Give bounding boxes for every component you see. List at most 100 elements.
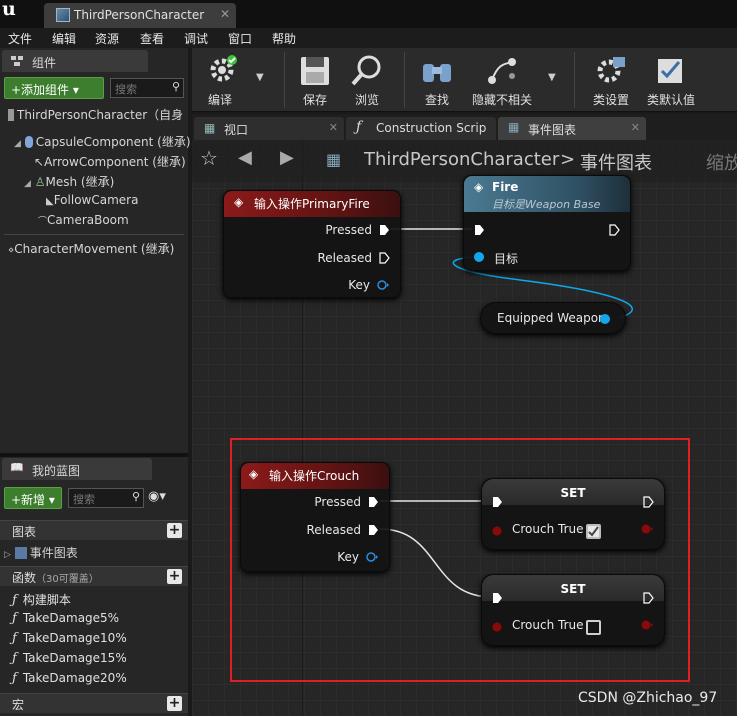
struct-pin-icon[interactable]	[366, 552, 379, 562]
compile-button[interactable]: 编译 ▼	[196, 48, 264, 112]
node-input-crouch[interactable]: ◈ 输入操作Crouch Pressed Released Key	[240, 462, 390, 572]
exec-pin-icon[interactable]	[379, 224, 390, 236]
bool-pin-icon[interactable]	[641, 619, 654, 631]
mesh-icon: ♙	[34, 175, 46, 189]
add-graph-icon[interactable]: +	[167, 523, 182, 538]
add-function-icon[interactable]: +	[167, 569, 182, 584]
tree-item-capsule[interactable]: ◢ CapsuleComponent (继承)	[14, 133, 191, 150]
exec-pin-icon[interactable]	[379, 252, 390, 264]
bool-pin-icon[interactable]	[492, 621, 503, 633]
forward-arrow-icon[interactable]: ▶	[280, 147, 294, 168]
node-title: Fire	[492, 180, 519, 194]
close-tab-icon[interactable]: ✕	[220, 7, 230, 21]
tab-viewport[interactable]: ▦ 视口 ✕	[194, 117, 344, 140]
pin-crouch-true-label: Crouch True	[512, 618, 584, 632]
tree-item-label: CharacterMovement (继承)	[14, 242, 175, 256]
exec-pin-icon[interactable]	[643, 496, 654, 508]
function-item[interactable]: ƒ 构建脚本	[12, 591, 71, 608]
component-root[interactable]: ThirdPersonCharacter（自身	[8, 106, 183, 123]
back-arrow-icon[interactable]: ◀	[238, 147, 252, 168]
dropdown-arrow-icon[interactable]: ▼	[256, 72, 264, 83]
find-button[interactable]: 查找	[412, 48, 462, 112]
section-macros[interactable]: 宏 +	[0, 693, 188, 713]
add-component-button[interactable]: +添加组件 ▾	[4, 77, 104, 99]
toolbar-separator	[284, 52, 285, 108]
menu-help[interactable]: 帮助	[272, 30, 296, 47]
left-panel: 组件 +添加组件 ▾ 搜索 ⚲ ThirdPersonCharacter（自身 …	[0, 48, 191, 716]
pin-released-label: Released	[306, 523, 361, 537]
function-item[interactable]: ƒ TakeDamage15%	[12, 651, 127, 666]
tree-item-label: CameraBoom	[47, 213, 129, 227]
tree-item-followcamera[interactable]: ◣FollowCamera	[46, 193, 138, 207]
tab-event-graph[interactable]: ▦ 事件图表 ✕	[498, 117, 646, 140]
close-tab-icon[interactable]: ✕	[631, 121, 640, 134]
function-item[interactable]: ƒ TakeDamage20%	[12, 671, 127, 686]
components-search-input[interactable]: 搜索 ⚲	[110, 78, 184, 98]
menu-window[interactable]: 窗口	[228, 30, 252, 47]
object-pin-icon[interactable]	[600, 313, 611, 325]
node-input-primaryfire[interactable]: ◈ 输入操作PrimaryFire Pressed Released Key	[223, 190, 401, 298]
node-set-crouch-true[interactable]: SET Crouch True	[481, 478, 665, 550]
diamond-icon: ◈	[249, 467, 259, 481]
node-equipped-weapon[interactable]: Equipped Weapon	[480, 302, 626, 334]
document-tab[interactable]: ThirdPersonCharacter ✕	[44, 3, 236, 28]
bool-pin-icon[interactable]	[492, 525, 503, 537]
function-item[interactable]: ƒ TakeDamage5%	[12, 611, 119, 626]
struct-pin-icon[interactable]	[377, 280, 390, 290]
breadcrumb-root[interactable]: ThirdPersonCharacter	[364, 149, 559, 170]
hide-unrelated-button[interactable]: 隐藏不相关 ▼	[466, 48, 556, 112]
exec-pin-icon[interactable]	[609, 224, 620, 236]
binoculars-icon	[423, 64, 451, 82]
exec-pin-icon[interactable]	[368, 496, 379, 508]
browse-label: 浏览	[354, 93, 379, 107]
menu-file[interactable]: 文件	[8, 30, 32, 47]
object-pin-icon[interactable]	[474, 251, 485, 263]
close-tab-icon[interactable]: ✕	[329, 121, 338, 134]
tab-construction-script[interactable]: ƒ Construction Scrip	[346, 117, 496, 140]
add-new-button[interactable]: +新增 ▾	[4, 487, 62, 509]
favorite-star-icon[interactable]: ☆	[200, 146, 218, 170]
browse-button[interactable]: 浏览	[342, 48, 392, 112]
tree-item-arrow[interactable]: ↖ArrowComponent (继承)	[34, 153, 186, 170]
my-blueprint-tab[interactable]: 📖 我的蓝图	[2, 458, 152, 480]
pin-crouch-true-label: Crouch True	[512, 522, 584, 536]
menu-debug[interactable]: 调试	[184, 30, 208, 47]
eye-icon[interactable]: ◉▾	[148, 489, 166, 504]
function-item[interactable]: ƒ TakeDamage10%	[12, 631, 127, 646]
bool-pin-icon[interactable]	[641, 523, 654, 535]
node-fire[interactable]: ◈ Fire 目标是Weapon Base 目标	[463, 175, 631, 271]
node-set-crouch-false[interactable]: SET Crouch True	[481, 574, 665, 646]
section-functions[interactable]: 函数（30可覆盖） +	[0, 566, 188, 586]
event-graph-item[interactable]: ▷ 事件图表	[4, 544, 78, 561]
dropdown-arrow-icon[interactable]: ▼	[548, 72, 556, 83]
breadcrumb: ☆ ◀ ▶ ▦ ThirdPersonCharacter > 事件图表 缩放	[192, 140, 737, 182]
camera-icon: ◣	[46, 196, 54, 207]
tree-item-cameraboom[interactable]: ⌒CameraBoom	[38, 213, 129, 227]
crouch-true-checkbox-checked[interactable]	[586, 524, 601, 539]
exec-pin-icon[interactable]	[368, 524, 379, 536]
section-graphs[interactable]: 图表 +	[0, 520, 188, 540]
class-settings-button[interactable]: 类设置	[586, 48, 636, 112]
save-button[interactable]: 保存	[292, 48, 338, 112]
exec-pin-icon[interactable]	[492, 496, 503, 508]
menu-view[interactable]: 查看	[140, 30, 164, 47]
components-tab-label: 组件	[32, 56, 57, 70]
tree-item-mesh[interactable]: ◢ ♙Mesh (继承)	[24, 173, 114, 190]
title-bar: u ThirdPersonCharacter ✕	[0, 0, 737, 28]
tree-item-charactermovement[interactable]: ⋄CharacterMovement (继承)	[8, 240, 174, 257]
blueprint-search-input[interactable]: 搜索 ⚲	[68, 488, 144, 508]
exec-pin-icon[interactable]	[492, 592, 503, 604]
menu-assets[interactable]: 资源	[95, 30, 119, 47]
components-tab[interactable]: 组件	[2, 50, 148, 72]
function-label: TakeDamage5%	[22, 611, 120, 625]
exec-pin-icon[interactable]	[643, 592, 654, 604]
tab-viewport-label: 视口	[224, 123, 249, 137]
section-macros-label: 宏	[12, 698, 25, 712]
class-defaults-button[interactable]: 类默认值	[644, 48, 698, 112]
compile-gear-icon	[210, 55, 237, 82]
crouch-true-checkbox-unchecked[interactable]	[586, 620, 601, 635]
menu-edit[interactable]: 编辑	[52, 30, 76, 47]
add-macro-icon[interactable]: +	[167, 696, 182, 711]
panel-splitter[interactable]	[0, 453, 188, 457]
exec-pin-icon[interactable]	[474, 224, 485, 236]
